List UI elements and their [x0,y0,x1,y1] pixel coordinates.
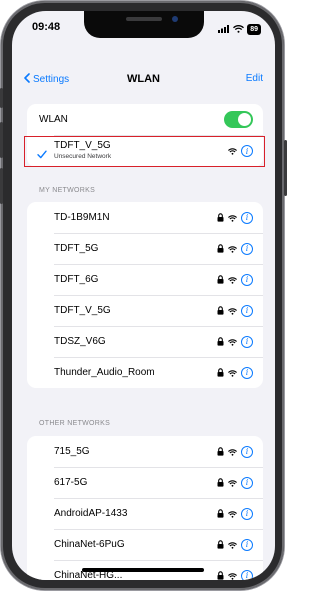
lock-icon [217,271,224,289]
network-icons: i [217,240,253,258]
lock-icon [217,364,224,382]
network-icons: i [217,474,253,492]
lock-icon [217,240,224,258]
wifi-icon [228,536,237,554]
power-button [284,140,287,196]
lock-icon [217,443,224,461]
wifi-icon [228,333,237,351]
lock-icon [217,567,224,581]
network-row[interactable]: TDFT_V_5G i [27,295,263,326]
nav-bar: Settings WLAN Edit [12,73,275,93]
info-icon[interactable]: i [241,273,253,286]
network-icons: i [217,271,253,289]
network-row[interactable]: TDFT_5G i [27,233,263,264]
info-icon[interactable]: i [241,304,253,317]
network-icons: i [217,302,253,320]
wifi-icon [228,443,237,461]
network-name: TD-1B9M1N [54,212,110,223]
info-icon[interactable]: i [241,476,253,489]
other-networks-group: 715_5G i 617-5G i AndroidAP-1433 i ChinaNet-6P… [27,436,263,580]
lock-icon [217,209,224,227]
network-icons: i [217,333,253,351]
info-icon[interactable]: i [241,445,253,458]
network-row[interactable]: 617-5G i [27,467,263,498]
network-icons: i [217,536,253,554]
section-header-my-networks: MY NETWORKS [39,187,96,194]
wifi-status-icon [233,20,245,38]
wifi-icon [228,567,237,581]
volume-up-button [0,122,3,158]
network-icons: i [217,505,253,523]
network-row[interactable]: ChinaNet-6PuG i [27,529,263,560]
toggle-knob [238,113,251,126]
wifi-icon [228,474,237,492]
network-name: ChinaNet-6PuG [54,539,125,550]
network-row[interactable]: TDSZ_V6G i [27,326,263,357]
info-icon[interactable]: i [241,569,253,580]
wifi-icon [228,364,237,382]
screen: 09:48 89 Settings WLAN Edit WLAN TDFT_V_… [12,11,275,580]
info-icon[interactable]: i [241,335,253,348]
wifi-icon [228,209,237,227]
network-row[interactable]: TD-1B9M1N i [27,202,263,233]
network-row[interactable]: 715_5G i [27,436,263,467]
network-row[interactable]: AndroidAP-1433 i [27,498,263,529]
network-name: Thunder_Audio_Room [54,367,155,378]
silent-switch [0,88,3,108]
lock-icon [217,302,224,320]
lock-icon [217,505,224,523]
network-icons: i [217,209,253,227]
network-name: TDFT_V_5G [54,305,111,316]
signal-icon [218,20,230,38]
info-icon[interactable]: i [241,507,253,520]
edit-button[interactable]: Edit [246,73,263,84]
info-icon[interactable]: i [241,211,253,224]
wlan-group: WLAN TDFT_V_5G Unsecured Network i [24,104,265,167]
info-icon[interactable]: i [241,538,253,551]
network-icons: i [217,364,253,382]
speaker [126,17,162,21]
network-icons: i [217,567,253,581]
notch [84,11,204,38]
connected-network-row[interactable]: TDFT_V_5G Unsecured Network i [24,135,265,167]
info-icon[interactable]: i [241,366,253,379]
checkmark-icon [37,146,47,164]
home-indicator [82,568,204,572]
wlan-toggle-row: WLAN [27,104,263,135]
connected-network-name: TDFT_V_5G [54,140,111,151]
connected-network-status: Unsecured Network [54,153,112,160]
lock-icon [217,474,224,492]
info-icon[interactable]: i [241,145,253,157]
network-row[interactable]: TDFT_6G i [27,264,263,295]
network-name: TDFT_5G [54,243,99,254]
network-name: TDSZ_V6G [54,336,106,347]
status-icons: 89 [218,20,261,38]
lock-icon [217,536,224,554]
lock-icon [217,333,224,351]
page-title: WLAN [127,73,160,85]
wifi-icon [228,271,237,289]
status-time: 09:48 [32,21,61,33]
wifi-icon [228,142,237,160]
battery-indicator: 89 [247,23,261,35]
network-name: AndroidAP-1433 [54,508,128,519]
network-name: TDFT_6G [54,274,99,285]
info-icon[interactable]: i [241,242,253,255]
wifi-icon [228,240,237,258]
wlan-label: WLAN [39,114,68,125]
network-row[interactable]: Thunder_Audio_Room i [27,357,263,388]
wifi-icon [228,302,237,320]
my-networks-group: TD-1B9M1N i TDFT_5G i TDFT_6G i TDFT_V_5G i TDSZ… [27,202,263,388]
camera [172,16,178,22]
network-name: 715_5G [54,446,90,457]
network-name: 617-5G [54,477,88,488]
connected-icons: i [228,142,253,160]
wifi-icon [228,505,237,523]
section-header-other-networks: OTHER NETWORKS [39,420,111,427]
wlan-toggle[interactable] [224,111,253,128]
volume-down-button [0,168,3,204]
network-icons: i [217,443,253,461]
